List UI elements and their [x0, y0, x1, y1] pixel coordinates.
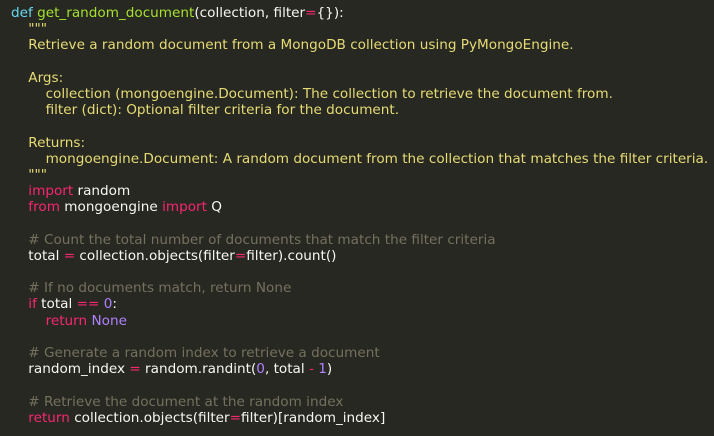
code-line-11: """ [11, 166, 48, 183]
number-literal: 1 [318, 361, 327, 378]
function-args: (collection, filter [194, 5, 306, 21]
code-text: random_index [28, 361, 130, 378]
code-line-3: Retrieve a random document from a MongoD… [11, 37, 574, 54]
operator: == [76, 296, 100, 313]
none-literal: None [91, 312, 127, 329]
keyword-return: return [28, 409, 70, 426]
operator: = [234, 247, 247, 264]
code-line-10: mongoengine.Document: A random document … [11, 150, 709, 167]
import-source: mongoengine [59, 199, 163, 216]
operator: = [229, 409, 242, 426]
function-args-end: {}): [316, 5, 344, 21]
keyword-return: return [45, 312, 88, 329]
keyword-def: def [11, 5, 33, 21]
code-text: , total [264, 361, 309, 378]
code-line-7: filter (dict): Optional filter criteria … [11, 102, 400, 119]
operator: = [129, 361, 141, 378]
code-text: collection.objects(filter [75, 247, 235, 264]
code-text: filter).count() [246, 247, 337, 264]
code-text: total [36, 296, 77, 313]
code-text: total [28, 247, 64, 264]
keyword-import: import [28, 183, 74, 200]
code-text: : [112, 296, 117, 313]
code-line-5: Args: [11, 69, 64, 86]
keyword-from: from [28, 199, 60, 216]
function-name: get_random_document [37, 5, 195, 21]
code-line-18: # If no documents match, return None [11, 280, 292, 297]
code-line-1: def get_random_document(collection, filt… [11, 5, 714, 21]
code-text: random.randint( [140, 361, 257, 378]
code-text: ) [326, 361, 333, 378]
code-line-22: # Generate a random index to retrieve a … [11, 344, 380, 361]
keyword-import: import [162, 199, 207, 216]
code-line-6: collection (mongoengine.Document): The c… [11, 85, 613, 102]
code-line-2: """ [11, 21, 48, 38]
code-text: filter)[random_index] [241, 409, 386, 426]
import-module: random [73, 183, 131, 200]
code-line-19: if total == 0: [11, 296, 714, 312]
code-line-12: import random [11, 183, 714, 199]
import-name: Q [206, 199, 222, 216]
operator: = [305, 5, 317, 21]
code-line-23: random_index = random.randint(0, total -… [11, 361, 714, 377]
code-line-16: total = collection.objects(filter=filter… [11, 248, 714, 264]
code-text: collection.objects(filter [69, 409, 230, 426]
code-line-26: return collection.objects(filter=filter)… [11, 410, 714, 426]
code-line-15: # Count the total number of documents th… [11, 231, 496, 248]
number-literal: 0 [256, 361, 265, 378]
code-editor[interactable]: def get_random_document(collection, filt… [0, 0, 714, 436]
code-line-13: from mongoengine import Q [11, 199, 714, 215]
operator: = [63, 247, 76, 264]
code-line-25: # Retrieve the document at the random in… [11, 393, 344, 410]
keyword-if: if [28, 296, 37, 313]
code-line-9: Returns: [11, 134, 86, 151]
code-line-20: return None [11, 313, 714, 329]
